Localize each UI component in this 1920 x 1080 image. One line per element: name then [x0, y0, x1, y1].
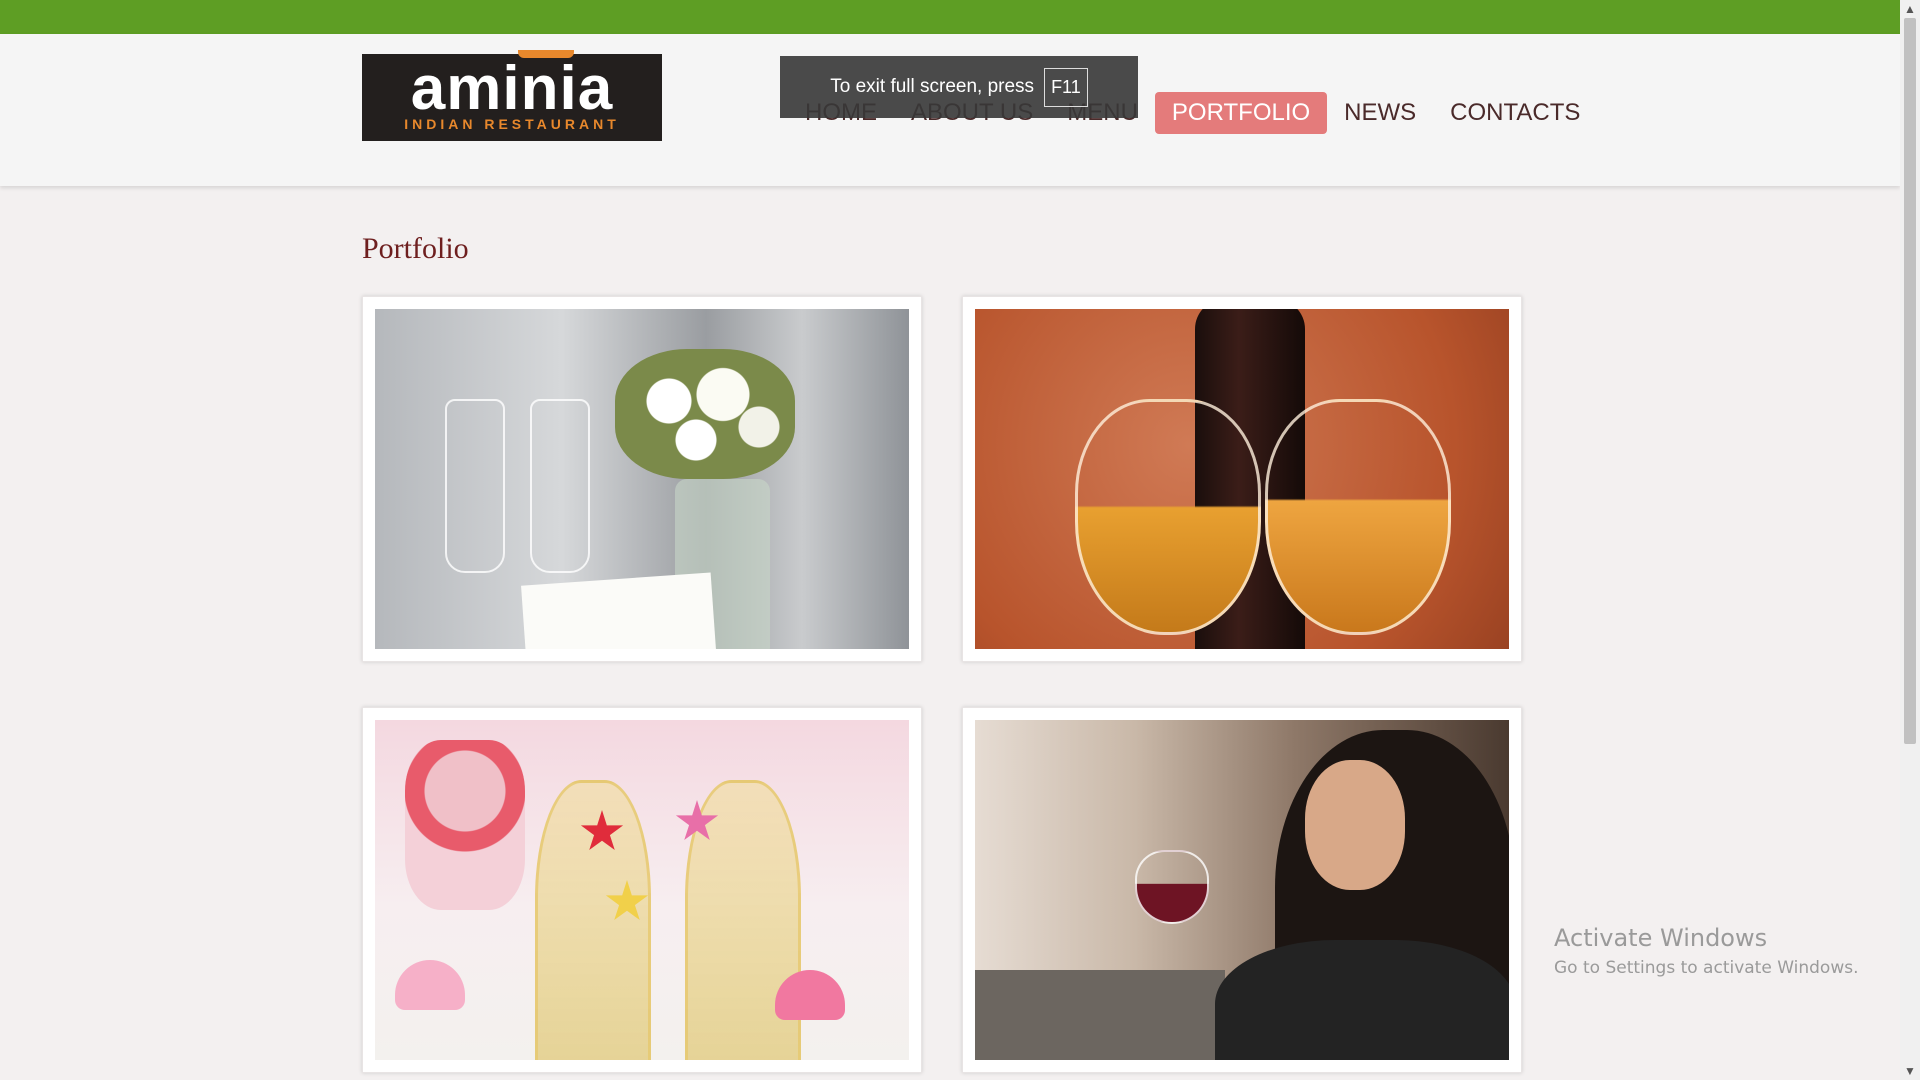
woman-face: [1305, 760, 1405, 890]
flowers: [615, 349, 795, 479]
portfolio-image-table-setting: [375, 309, 909, 649]
reserved-card: [521, 572, 719, 649]
champagne-glass: [445, 399, 505, 573]
red-wine-glass: [1135, 850, 1209, 924]
scroll-up-arrow-icon[interactable]: ▲: [1900, 0, 1920, 18]
portfolio-item-table-setting[interactable]: [362, 296, 922, 662]
wine-glass: [1075, 399, 1261, 635]
woman-jacket: [1215, 940, 1509, 1060]
restaurant-table: [975, 970, 1225, 1060]
logo-name: aminia: [410, 54, 614, 123]
logo-subtitle: INDIAN RESTAURANT: [404, 116, 620, 132]
vertical-scrollbar[interactable]: ▲ ▼: [1900, 0, 1920, 1080]
site-logo[interactable]: aminia INDIAN RESTAURANT: [362, 50, 662, 141]
windows-activation-watermark: Activate Windows Go to Settings to activ…: [1554, 924, 1859, 978]
fullscreen-notice-text: To exit full screen, press: [830, 76, 1035, 97]
portfolio-item-woman-wine[interactable]: [962, 707, 1522, 1073]
portfolio-item-party[interactable]: [362, 707, 922, 1073]
wine-glass: [1265, 399, 1451, 635]
page-title: Portfolio: [362, 232, 469, 265]
portfolio-item-wine-glasses[interactable]: [962, 296, 1522, 662]
scroll-down-arrow-icon[interactable]: ▼: [1900, 1062, 1920, 1080]
portfolio-image-woman-wine: [975, 720, 1509, 1060]
fullscreen-exit-notice: To exit full screen, press F11: [780, 56, 1138, 118]
clown-decoration: [405, 740, 525, 910]
portfolio-image-party: [375, 720, 909, 1060]
watermark-subtitle: Go to Settings to activate Windows.: [1554, 958, 1859, 978]
nav-portfolio[interactable]: PORTFOLIO: [1154, 92, 1328, 134]
scrollbar-thumb[interactable]: [1904, 18, 1916, 744]
top-accent-bar: [0, 0, 1920, 34]
f11-key: F11: [1044, 67, 1088, 107]
champagne-flute: [535, 780, 651, 1060]
nav-news[interactable]: NEWS: [1327, 92, 1433, 134]
watermark-title: Activate Windows: [1554, 924, 1768, 952]
candle: [395, 960, 465, 1010]
portfolio-image-wine-glasses: [975, 309, 1509, 649]
champagne-glass: [530, 399, 590, 573]
nav-contacts[interactable]: CONTACTS: [1433, 92, 1597, 134]
